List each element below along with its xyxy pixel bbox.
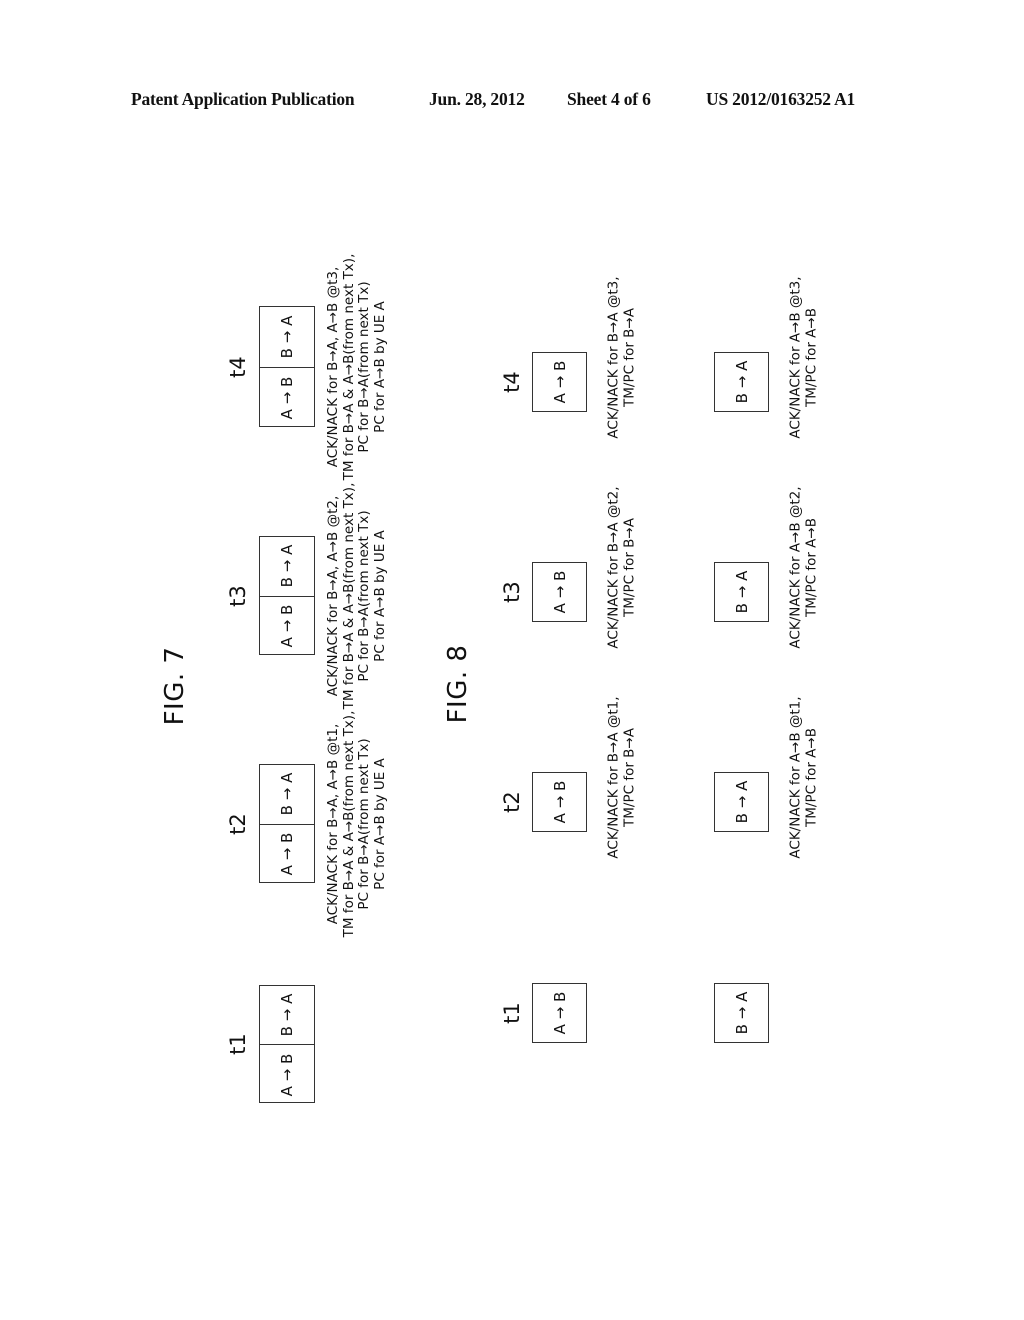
fig8-upper-cell-label: A → B xyxy=(550,991,569,1035)
fig8-lower-box-t1: B → A xyxy=(714,983,769,1043)
fig7-slot-box-t1: B → A A → B xyxy=(259,985,315,1103)
fig8-lower-note-t4: ACK/NACK for A→B @t3, TM/PC for A→B xyxy=(787,227,820,487)
fig7-slot-box-t2: B → A A → B xyxy=(259,764,315,883)
fig8-upper-note-t4-line: TM/PC for B→A xyxy=(621,307,637,407)
fig8-lower-box-t3: B → A xyxy=(714,562,769,622)
header-publication: Patent Application Publication xyxy=(131,89,355,109)
fig8-upper-box-t2: A → B xyxy=(532,772,587,832)
fig8-lower-cell-label: B → A xyxy=(732,991,751,1035)
fig8-lower-box-t4: B → A xyxy=(714,352,769,412)
fig8-upper-cell-label: A → B xyxy=(550,570,569,614)
fig8-lower-cell-label: B → A xyxy=(732,570,751,614)
fig8-time-label-t3: t3 xyxy=(500,581,524,603)
fig8-lower-note-t4-line: TM/PC for A→B xyxy=(803,307,819,407)
fig7-time-label-t2: t2 xyxy=(226,812,250,835)
fig8-upper-box-t4: A → B xyxy=(532,352,587,412)
fig7-cell-a-to-b: A → B xyxy=(260,368,314,429)
fig7-cell-a-to-b: A → B xyxy=(260,825,314,885)
fig7-note-t4: ACK/NACK for B→A, A→B @t3, TM for B→A & A… xyxy=(325,237,388,497)
fig7-note-t2: ACK/NACK for B→A, A→B @t1, TM for B→A & A… xyxy=(325,694,388,954)
fig7-note-t3-line: ACK/NACK for B→A, A→B @t2, xyxy=(325,495,341,696)
fig7-note-t2-line: PC for A→B by UE A xyxy=(371,757,388,890)
fig7-cell-label: B → A xyxy=(278,772,296,816)
fig7-cell-label: B → A xyxy=(278,544,296,588)
fig8-time-label-t4: t4 xyxy=(500,371,524,393)
fig7-cell-label: A → B xyxy=(278,832,296,876)
fig7-cell-label: A → B xyxy=(278,604,296,648)
fig7-note-t2-line: PC for B→A(from next Tx) xyxy=(356,737,372,910)
fig7-slot-box-t4: B → A A → B xyxy=(259,306,315,427)
fig7-note-t3-line: TM for B→A & A→B(from next Tx), xyxy=(340,482,357,709)
fig7-cell-label: B → A xyxy=(278,315,296,359)
fig8-lower-box-t2: B → A xyxy=(714,772,769,832)
fig7-note-t3-line: PC for A→B by UE A xyxy=(371,529,388,662)
fig7-note-t3-line: PC for B→A(from next Tx) xyxy=(356,509,372,682)
fig8-lower-cell-label: B → A xyxy=(732,780,751,824)
fig7-cell-b-to-a: B → A xyxy=(260,986,314,1045)
fig7-cell-b-to-a: B → A xyxy=(260,307,314,368)
fig8-upper-note-t4: ACK/NACK for B→A @t3, TM/PC for B→A xyxy=(605,227,638,487)
fig8-lower-cell-label: B → A xyxy=(732,360,751,404)
fig7-title: FIG. 7 xyxy=(160,646,190,726)
fig7-note-t4-line: PC for A→B by UE A xyxy=(371,300,388,433)
fig7-time-label-t3: t3 xyxy=(226,584,250,607)
fig7-note-t2-line: TM for B→A & A→B(from next Tx), xyxy=(340,710,357,937)
fig8-upper-note-t4-line: ACK/NACK for B→A @t3, xyxy=(605,275,622,439)
fig7-time-label-t4: t4 xyxy=(226,355,250,378)
fig8-time-label-t2: t2 xyxy=(500,791,524,813)
fig7-cell-a-to-b: A → B xyxy=(260,1045,314,1104)
fig7-note-t2-line: ACK/NACK for B→A, A→B @t1, xyxy=(325,723,341,924)
fig8-time-label-t1: t1 xyxy=(500,1002,524,1024)
fig8-upper-cell-label: A → B xyxy=(550,780,569,824)
header-date: Jun. 28, 2012 xyxy=(429,89,525,109)
fig8-lower-note-t4-line: ACK/NACK for A→B @t3, xyxy=(787,275,804,439)
header-sheet: Sheet 4 of 6 xyxy=(567,89,651,109)
fig7-note-t4-line: PC for B→A(from next Tx) xyxy=(356,280,372,453)
fig7-cell-a-to-b: A → B xyxy=(260,597,314,657)
fig7-slot-box-t3: B → A A → B xyxy=(259,536,315,655)
fig8-title: FIG. 8 xyxy=(443,644,473,724)
fig8-upper-cell-label: A → B xyxy=(550,360,569,404)
fig8-upper-box-t3: A → B xyxy=(532,562,587,622)
header-patent-number: US 2012/0163252 A1 xyxy=(706,89,856,109)
fig7-note-t4-line: TM for B→A & A→B(from next Tx), xyxy=(340,253,357,480)
fig7-cell-label: B → A xyxy=(278,993,296,1037)
fig7-cell-label: A → B xyxy=(278,376,296,420)
fig7-cell-label: A → B xyxy=(278,1053,296,1096)
fig7-cell-b-to-a: B → A xyxy=(260,765,314,825)
fig7-cell-b-to-a: B → A xyxy=(260,537,314,597)
fig7-note-t3: ACK/NACK for B→A, A→B @t2, TM for B→A & A… xyxy=(325,466,388,726)
fig8-upper-box-t1: A → B xyxy=(532,983,587,1043)
fig7-time-label-t1: t1 xyxy=(226,1033,250,1055)
fig7-note-t4-line: ACK/NACK for B→A, A→B @t3, xyxy=(325,266,341,467)
